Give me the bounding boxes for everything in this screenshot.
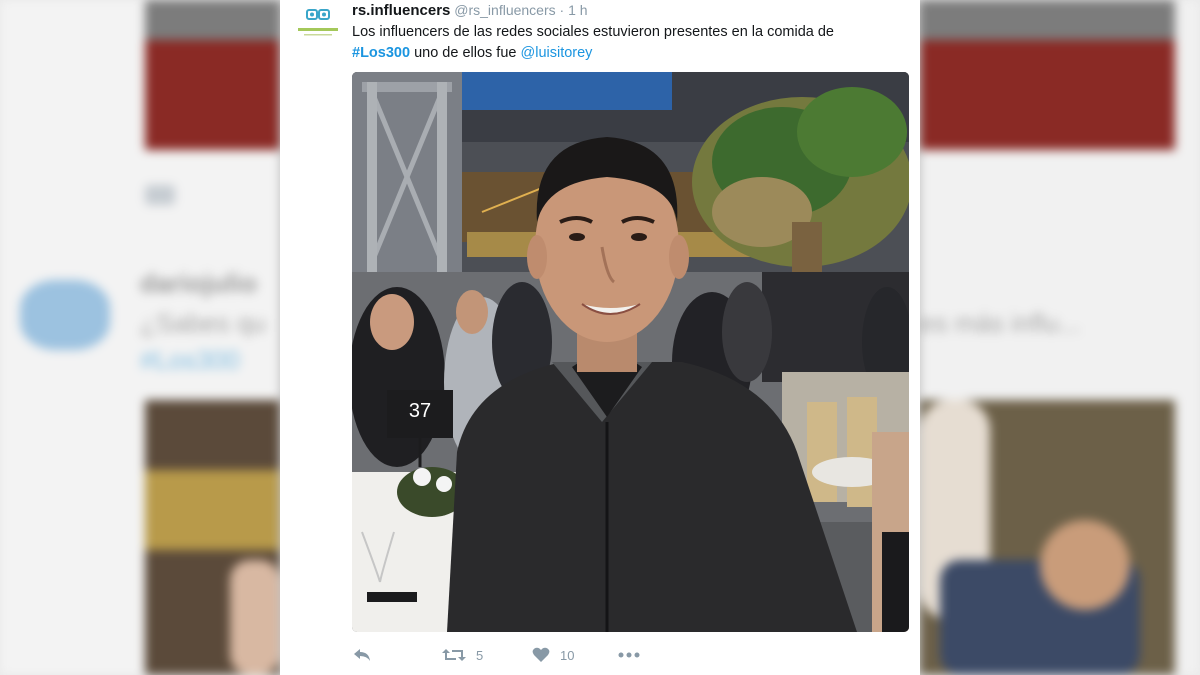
blurred-name: dariojulio — [140, 268, 257, 298]
blurred-background-right: es más influ... — [920, 0, 1200, 675]
blurred-background-left: dariojulio ¿Sabes qu #Los300 — [0, 0, 280, 675]
retweet-button[interactable]: 5 — [442, 643, 483, 667]
tweet-text-part1: Los influencers de las redes sociales es… — [352, 24, 834, 40]
tweet-text: Los influencers de las redes sociales es… — [352, 22, 892, 64]
blurred-text-right: es más influ... — [920, 308, 1081, 338]
tweet-header: rs.influencers @rs_influencers · 1 h — [352, 2, 588, 19]
influencers-logo-icon — [298, 9, 338, 36]
reply-icon — [354, 649, 370, 661]
tweet-card: rs.influencers @rs_influencers · 1 h Los… — [280, 0, 920, 675]
like-count: 10 — [560, 647, 575, 663]
header-separator: · — [559, 2, 565, 18]
blurred-text: ¿Sabes qu — [140, 308, 266, 338]
reply-button[interactable] — [352, 643, 372, 667]
retweet-count: 5 — [476, 647, 484, 663]
author-handle[interactable]: @rs_influencers — [454, 2, 555, 18]
more-button[interactable] — [618, 643, 640, 667]
tweet-time[interactable]: 1 h — [568, 2, 587, 18]
avatar[interactable] — [288, 4, 348, 44]
heart-icon — [532, 647, 550, 662]
table-number-sign: 37 — [408, 400, 432, 422]
retweet-icon — [442, 649, 466, 661]
hashtag-link[interactable]: #Los300 — [352, 45, 410, 61]
event-photo — [352, 72, 909, 632]
author-name[interactable]: rs.influencers — [352, 2, 450, 19]
blurred-hashtag: #Los300 — [140, 345, 240, 375]
tweet-photo[interactable]: 37 — [352, 72, 909, 632]
tweet-text-part2: uno de ellos fue — [410, 45, 521, 61]
mention-link[interactable]: @luisitorey — [521, 45, 593, 61]
like-button[interactable]: 10 — [532, 643, 574, 667]
tweet-actions: 5 10 — [352, 643, 872, 667]
more-dots-icon — [618, 652, 640, 658]
